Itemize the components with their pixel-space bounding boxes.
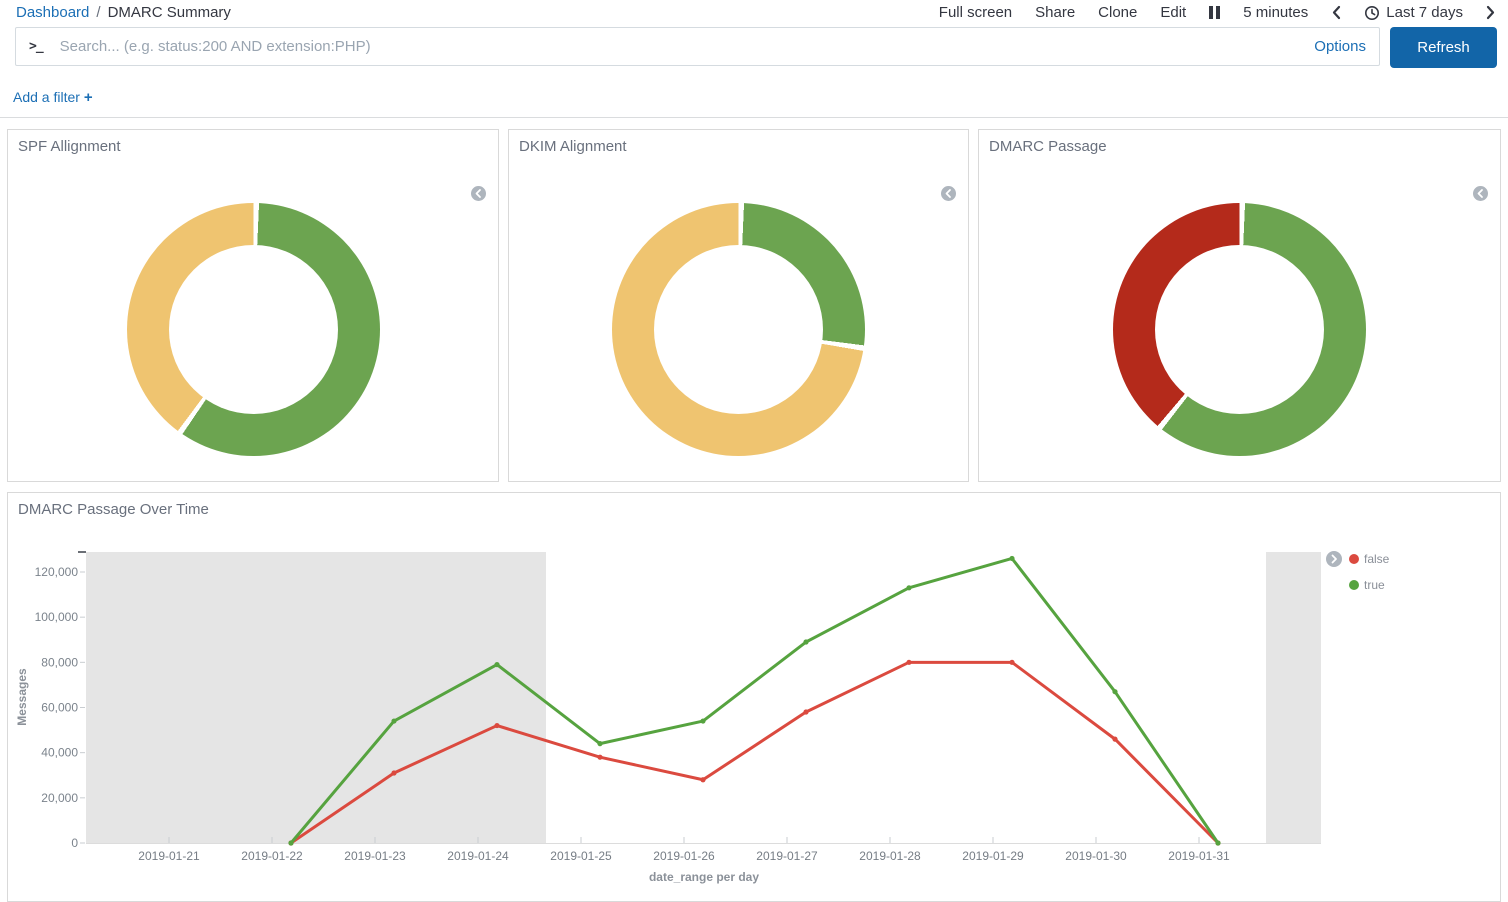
panel-title-dmarc-over-time: DMARC Passage Over Time — [8, 493, 1500, 526]
menu-clone[interactable]: Clone — [1098, 4, 1137, 21]
options-link[interactable]: Options — [1302, 38, 1366, 55]
svg-text:40,000: 40,000 — [41, 746, 78, 760]
dashboard-grid: SPF Allignment DKIM Alignment DMARC Pass… — [0, 118, 1508, 902]
svg-text:2019-01-31: 2019-01-31 — [1168, 849, 1230, 863]
out-of-range-zones — [86, 552, 1321, 843]
query-row: >_ Options Refresh — [0, 25, 1508, 68]
panel-dmarc-passage: DMARC Passage — [978, 129, 1501, 482]
svg-text:120,000: 120,000 — [35, 565, 79, 579]
refresh-button[interactable]: Refresh — [1390, 27, 1497, 68]
legend-expand-icon[interactable] — [1326, 551, 1342, 572]
svg-text:2019-01-23: 2019-01-23 — [344, 849, 406, 863]
series-true-color-dot — [1349, 580, 1359, 590]
svg-text:2019-01-21: 2019-01-21 — [138, 849, 200, 863]
panel-dkim-alignment: DKIM Alignment — [508, 129, 969, 482]
search-bar: >_ Options — [15, 27, 1380, 66]
svg-text:80,000: 80,000 — [41, 655, 78, 669]
breadcrumb-dashboard-link[interactable]: Dashboard — [16, 4, 89, 21]
dmarc-line-chart[interactable]: 0 20,000 40,000 60,000 80,000 100,000 120,000 2… — [8, 493, 1502, 901]
add-filter-link[interactable]: Add a filter + — [13, 89, 93, 105]
svg-text:2019-01-24: 2019-01-24 — [447, 849, 509, 863]
legend-collapse-icon[interactable] — [471, 186, 486, 201]
svg-text:2019-01-30: 2019-01-30 — [1065, 849, 1127, 863]
menu-edit[interactable]: Edit — [1160, 4, 1186, 21]
panel-title-dkim: DKIM Alignment — [509, 130, 968, 163]
time-range-button[interactable]: Last 7 days — [1364, 4, 1463, 21]
svg-text:2019-01-22: 2019-01-22 — [241, 849, 303, 863]
chart-legend: false true — [1349, 551, 1389, 603]
add-filter-label: Add a filter — [13, 89, 80, 105]
breadcrumb-separator: / — [96, 4, 100, 21]
x-axis-title: date_range per day — [649, 870, 759, 884]
panel-dmarc-over-time: DMARC Passage Over Time 0 20,000 40,000 60,… — [7, 492, 1501, 902]
page-title: DMARC Summary — [108, 4, 231, 21]
svg-text:2019-01-26: 2019-01-26 — [653, 849, 715, 863]
refresh-interval-button[interactable]: 5 minutes — [1243, 4, 1308, 21]
plus-icon: + — [84, 89, 93, 106]
svg-text:60,000: 60,000 — [41, 701, 78, 715]
svg-text:0: 0 — [71, 836, 78, 850]
svg-text:2019-01-29: 2019-01-29 — [962, 849, 1024, 863]
time-back-icon[interactable] — [1331, 5, 1341, 20]
svg-text:20,000: 20,000 — [41, 791, 78, 805]
filter-bar: Add a filter + — [0, 68, 1508, 118]
dashboard-menu: Full screen Share Clone Edit 5 minutes L… — [939, 4, 1496, 21]
panel-spf-alignment: SPF Allignment — [7, 129, 499, 482]
time-range-label: Last 7 days — [1386, 4, 1463, 21]
y-axis-title: Messages — [15, 668, 29, 726]
legend-label-false: false — [1364, 552, 1389, 566]
menu-share[interactable]: Share — [1035, 4, 1075, 21]
series-false-color-dot — [1349, 554, 1359, 564]
legend-collapse-icon[interactable] — [1473, 186, 1488, 201]
svg-text:2019-01-27: 2019-01-27 — [756, 849, 818, 863]
panel-title-spf: SPF Allignment — [8, 130, 498, 163]
menu-full-screen[interactable]: Full screen — [939, 4, 1012, 21]
svg-text:2019-01-25: 2019-01-25 — [550, 849, 612, 863]
legend-item-false[interactable]: false — [1349, 551, 1389, 567]
dkim-donut-chart[interactable] — [612, 203, 865, 456]
legend-item-true[interactable]: true — [1349, 577, 1389, 593]
panel-title-dmarc: DMARC Passage — [979, 130, 1500, 163]
console-prompt-icon: >_ — [29, 39, 43, 54]
legend-collapse-icon[interactable] — [941, 186, 956, 201]
top-navigation: Dashboard / DMARC Summary Full screen Sh… — [0, 0, 1508, 25]
donut-hole — [654, 245, 823, 414]
breadcrumb: Dashboard / DMARC Summary — [16, 4, 231, 21]
clock-icon — [1364, 5, 1380, 21]
donut-hole — [169, 245, 338, 414]
donut-panel-row: SPF Allignment DKIM Alignment DMARC Pass… — [7, 129, 1501, 482]
legend-label-true: true — [1364, 578, 1385, 592]
dmarc-donut-chart[interactable] — [1113, 203, 1366, 456]
spf-donut-chart[interactable] — [127, 203, 380, 456]
svg-text:2019-01-28: 2019-01-28 — [859, 849, 921, 863]
donut-hole — [1155, 245, 1324, 414]
search-input[interactable] — [58, 37, 1303, 56]
pause-icon[interactable] — [1209, 6, 1220, 19]
time-forward-icon[interactable] — [1486, 5, 1496, 20]
svg-text:100,000: 100,000 — [35, 610, 79, 624]
